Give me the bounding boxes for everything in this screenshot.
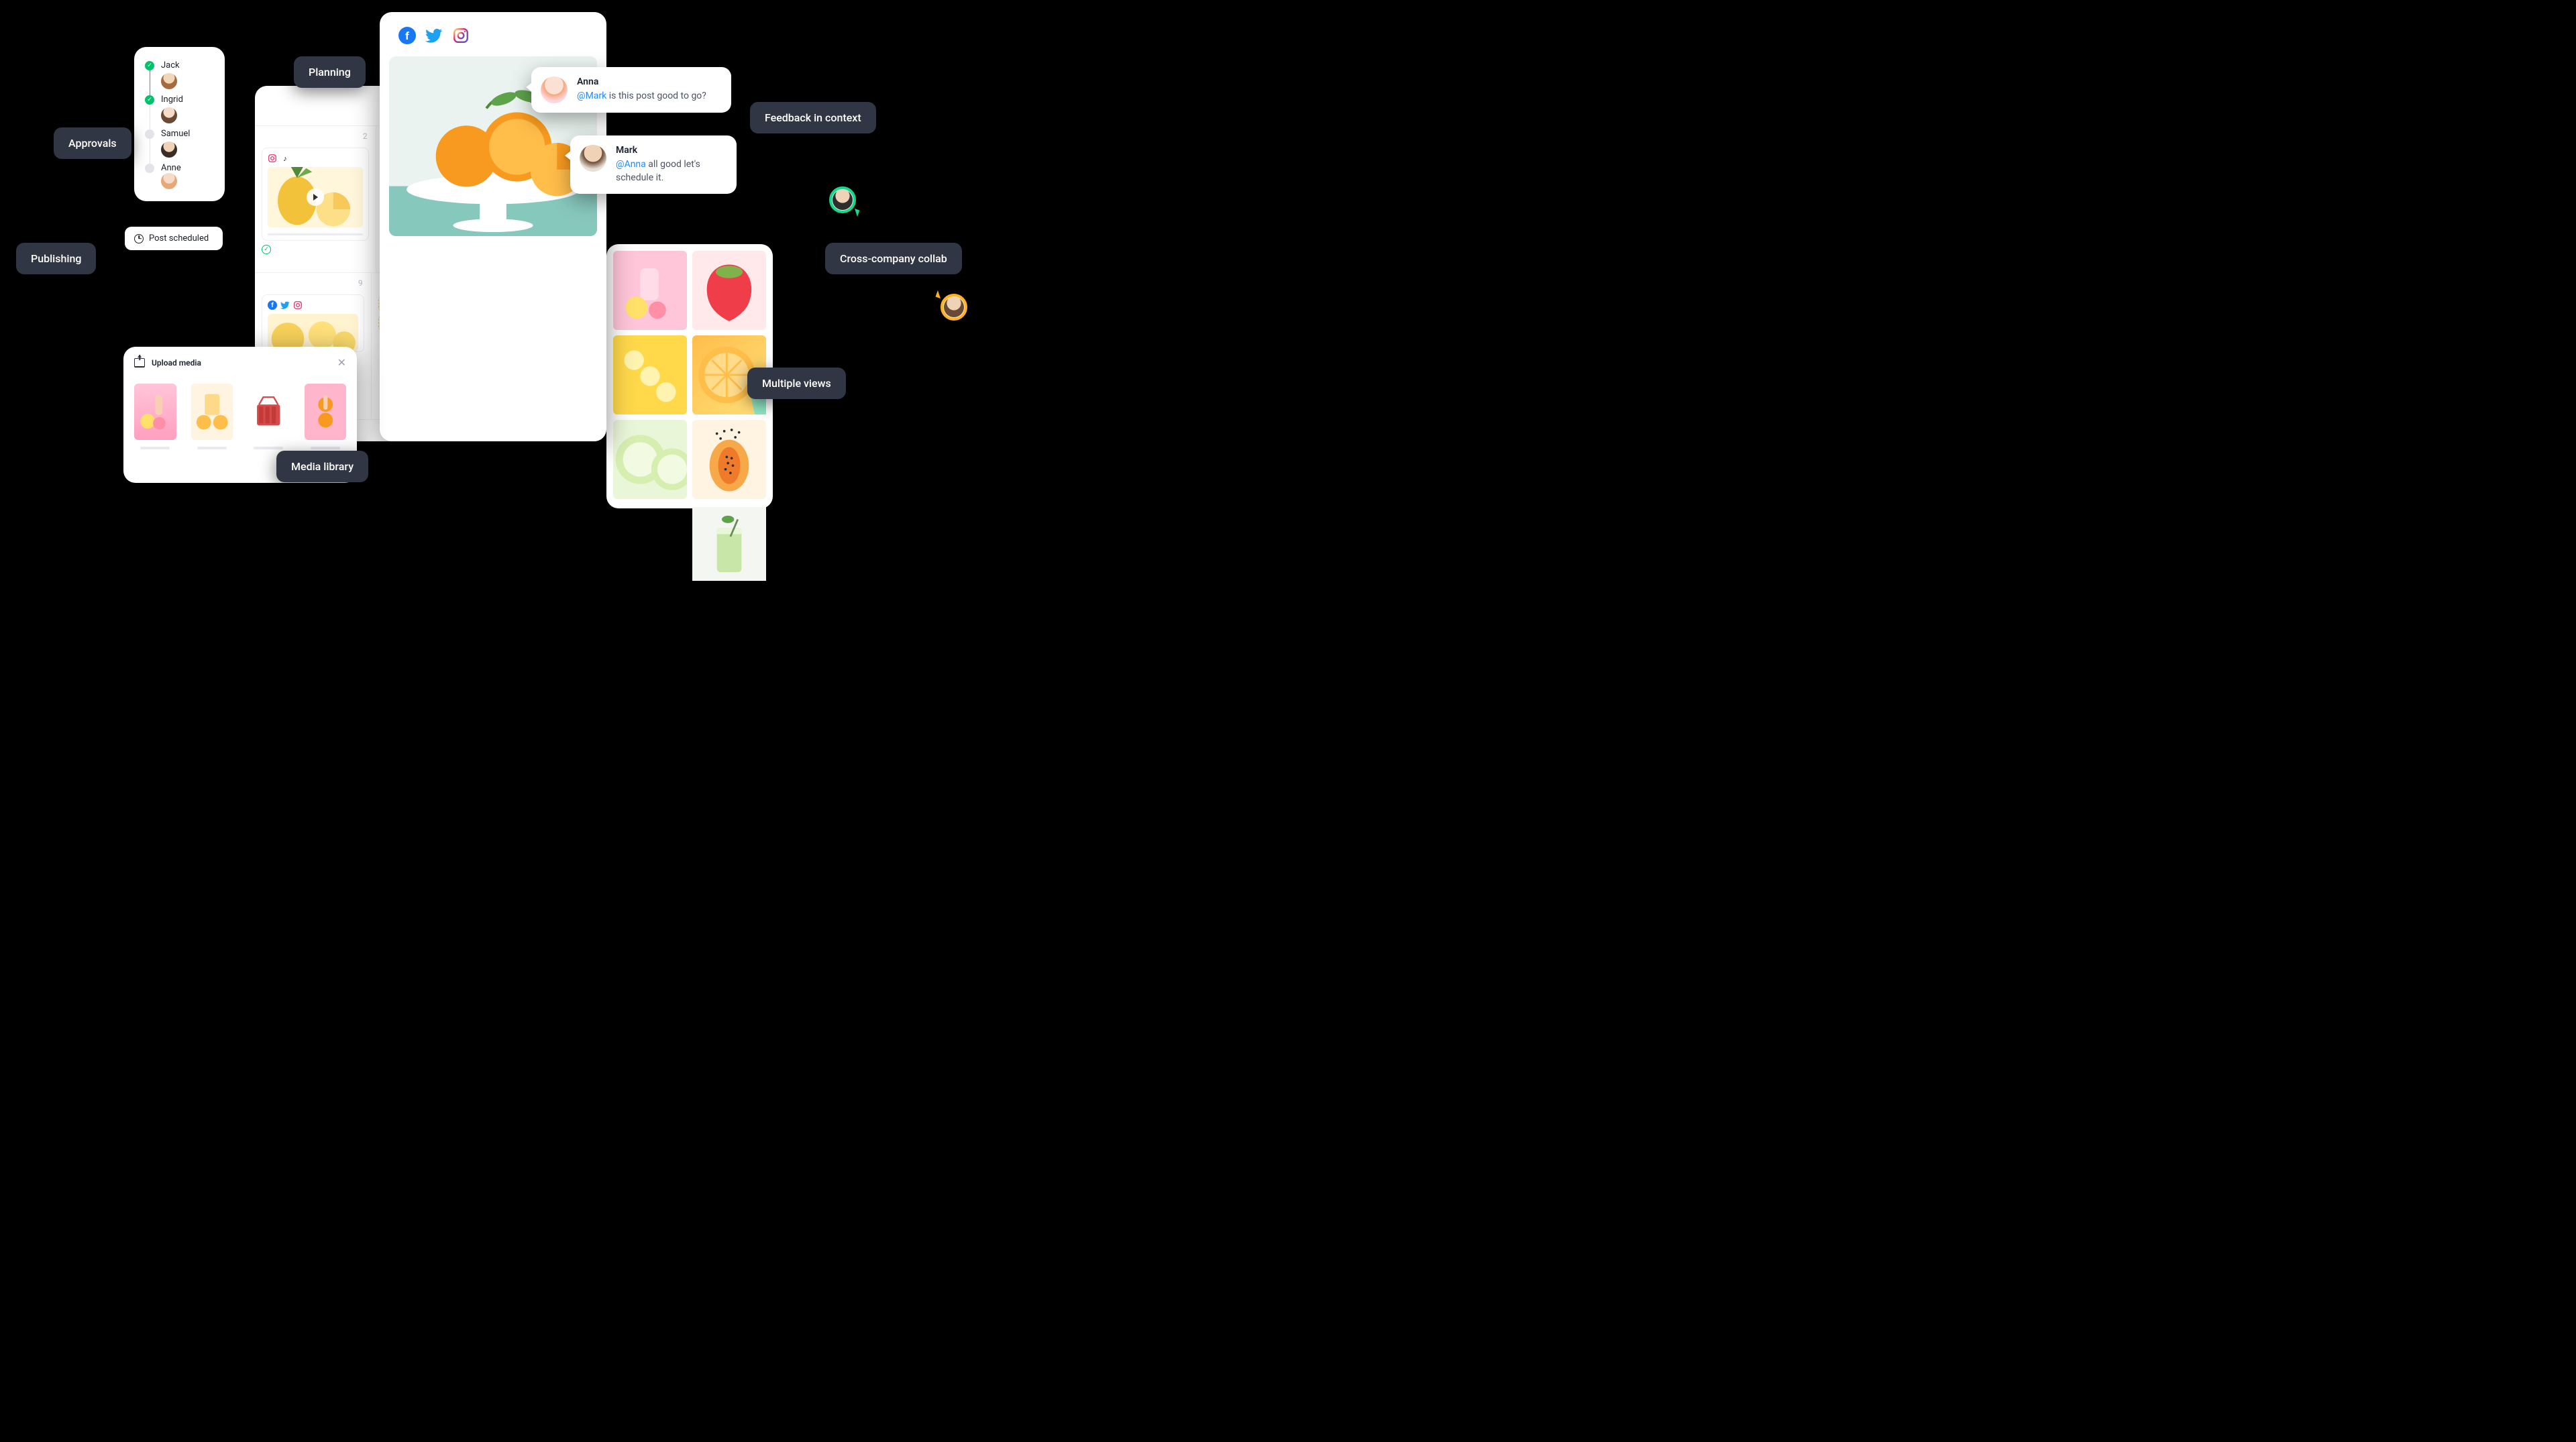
post-thumbnail [268,314,358,351]
close-icon[interactable]: ✕ [337,356,346,369]
approval-name: Anne [161,163,181,173]
clock-icon [134,234,144,243]
mention[interactable]: @Anna [616,159,646,170]
tiktok-icon: ♪ [280,154,290,163]
multiple-views-label: Multiple views [747,368,846,399]
feedback-label: Feedback in context [750,102,876,133]
avatar-anne [161,173,177,189]
comment-anna[interactable]: Anna @Mark is this post good to go? [531,67,731,113]
media-library-label: Media library [276,451,368,482]
comment-name: Anna [577,76,706,87]
gallery-item[interactable] [613,420,687,499]
check-icon: ✓ [145,95,154,105]
upload-icon[interactable] [134,358,145,368]
gallery-item[interactable] [613,251,687,330]
calendar-date: 2 [363,131,368,141]
approval-row-anne[interactable]: Anne [145,163,214,173]
play-icon[interactable] [307,188,324,206]
post-platforms: f [268,300,358,310]
check-icon: ✓ [145,61,154,70]
instagram-icon [268,154,277,163]
media-item[interactable] [191,384,233,449]
publishing-label: Publishing [16,243,96,274]
media-grid [134,384,346,449]
collab-cursor-green [829,186,856,213]
approval-row-jack[interactable]: ✓ Jack [145,60,214,70]
avatar-ingrid [161,107,177,123]
post-thumbnail [268,167,363,227]
avatar-mark [580,145,606,172]
post-preview[interactable]: ♪ [262,148,369,241]
composer-platforms: f [380,12,606,54]
pending-icon [145,164,154,173]
instagram-icon[interactable] [452,27,470,44]
comment-message: @Mark is this post good to go? [577,90,706,103]
instagram-icon [293,300,303,310]
post-scheduled-chip[interactable]: Post scheduled [125,227,223,250]
cross-company-label: Cross-company collab [825,243,962,274]
calendar-date: 9 [358,278,363,288]
gallery-item[interactable] [692,504,766,584]
check-circle-icon: ✓ [262,245,271,254]
avatar-anna [541,76,568,103]
approvals-card: ✓ Jack ✓ Ingrid Samuel Anne [134,47,225,201]
approval-name: Samuel [161,129,190,139]
avatar-samuel [161,142,177,158]
post-preview[interactable]: f [262,294,364,352]
avatar-jack [161,73,177,89]
approval-name: Ingrid [161,95,183,105]
twitter-icon [280,300,290,310]
pending-icon [145,129,154,139]
gallery-item[interactable] [692,420,766,499]
post-scheduled-label: Post scheduled [149,233,209,243]
post-platforms: ♪ [268,154,363,163]
gallery-item[interactable] [692,251,766,330]
approval-name: Jack [161,60,180,70]
twitter-icon[interactable] [425,27,443,44]
media-item[interactable] [305,384,347,449]
mention[interactable]: @Mark [577,91,606,101]
gallery-item[interactable] [613,335,687,414]
comment-mark[interactable]: Mark @Anna all good let's schedule it. [570,135,737,194]
comment-name: Mark [616,145,724,156]
approvals-label: Approvals [54,127,131,159]
facebook-icon: f [268,300,277,310]
media-item[interactable] [248,384,290,449]
planning-label: Planning [294,56,366,88]
collab-cursor-yellow [941,294,967,321]
calendar-cell[interactable]: 2 ♪ [255,126,376,272]
approval-row-ingrid[interactable]: ✓ Ingrid [145,95,214,105]
media-item[interactable] [134,384,176,449]
upload-title: Upload media [152,358,201,368]
comment-message: @Anna all good let's schedule it. [616,158,724,184]
approval-row-samuel[interactable]: Samuel [145,129,214,139]
facebook-icon[interactable]: f [398,27,416,44]
